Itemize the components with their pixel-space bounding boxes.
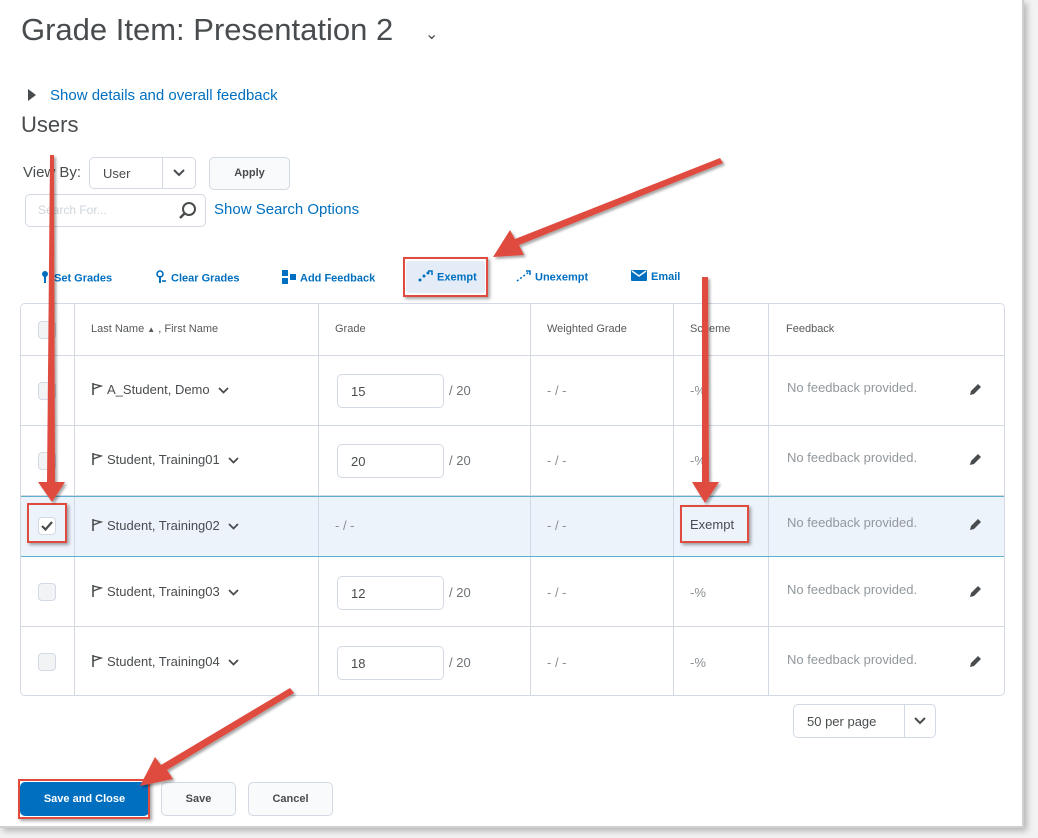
unexempt-button[interactable]: Unexempt (516, 270, 588, 285)
table-row: A_Student, Demo 15 / 20 - / - -% No feed… (21, 356, 1004, 426)
header-name[interactable]: Last Name ▲ , First Name (91, 323, 218, 335)
feedback-text: No feedback provided. (787, 515, 918, 530)
grade-max: / 20 (449, 453, 471, 468)
scheme-value: -% (690, 453, 706, 468)
row-checkbox[interactable] (38, 382, 56, 400)
feedback-text: No feedback provided. (787, 380, 918, 395)
grade-input[interactable]: 18 (337, 646, 444, 680)
edit-pencil-icon[interactable] (967, 654, 983, 675)
row-checkbox[interactable] (38, 653, 56, 671)
flag-icon (91, 518, 104, 535)
student-name[interactable]: Student, Training03 (91, 584, 239, 601)
add-feedback-icon (282, 270, 296, 287)
sort-ascending-icon: ▲ (147, 325, 156, 334)
student-name[interactable]: Student, Training02 (91, 518, 239, 535)
feedback-text: No feedback provided. (787, 450, 918, 465)
expand-triangle-icon (28, 89, 36, 101)
grade-input[interactable]: 20 (337, 444, 444, 478)
grade-value: - / - (335, 518, 355, 533)
set-grades-button[interactable]: Set Grades (40, 270, 112, 287)
annotation-box-checkbox (27, 503, 67, 543)
table-row: Student, Training01 20 / 20 - / - -% No … (21, 426, 1004, 496)
annotation-box-save-close (18, 779, 150, 819)
set-grades-icon (40, 270, 50, 287)
weighted-grade: - / - (547, 383, 567, 398)
page-title: Grade Item: Presentation 2 (21, 12, 394, 47)
flag-icon (91, 382, 104, 399)
feedback-text: No feedback provided. (787, 652, 918, 667)
grade-input[interactable]: 15 (337, 374, 444, 408)
flag-icon (91, 452, 104, 469)
email-icon (631, 270, 647, 284)
feedback-text: No feedback provided. (787, 582, 918, 597)
grade-max: / 20 (449, 383, 471, 398)
header-weighted-grade: Weighted Grade (547, 323, 627, 335)
apply-button[interactable]: Apply (209, 157, 290, 190)
scheme-value: -% (690, 655, 706, 670)
grade-max: / 20 (449, 585, 471, 600)
table-row: Student, Training04 18 / 20 - / - -% No … (21, 627, 1004, 695)
search-input[interactable]: Search For... (25, 194, 206, 227)
email-button[interactable]: Email (631, 270, 680, 284)
flag-icon (91, 584, 104, 601)
title-menu-chevron-icon[interactable]: ⌄ (425, 24, 438, 44)
scheme-value: -% (690, 383, 706, 398)
save-button[interactable]: Save (161, 782, 236, 816)
weighted-grade: - / - (547, 585, 567, 600)
student-name[interactable]: Student, Training01 (91, 452, 239, 469)
annotation-box-scheme (680, 505, 749, 543)
grade-input[interactable]: 12 (337, 576, 444, 610)
table-header: Last Name ▲ , First Name Grade Weighted … (21, 304, 1004, 356)
clear-grades-icon (155, 270, 167, 287)
unexempt-icon (516, 270, 531, 285)
header-scheme: Scheme (690, 323, 731, 335)
annotation-box-exempt (403, 257, 488, 297)
chevron-down-icon[interactable] (228, 519, 239, 533)
grade-item-page: Grade Item: Presentation 2 ⌄ Show detail… (0, 0, 1024, 828)
clear-grades-button[interactable]: Clear Grades (155, 270, 239, 287)
chevron-down-icon[interactable] (228, 655, 239, 669)
edit-pencil-icon[interactable] (967, 382, 983, 403)
student-name[interactable]: A_Student, Demo (91, 382, 229, 399)
edit-pencil-icon[interactable] (967, 517, 983, 538)
view-by-value: User (103, 166, 131, 181)
chevron-down-icon[interactable] (228, 453, 239, 467)
chevron-down-icon[interactable] (217, 383, 229, 397)
per-page-select[interactable]: 50 per page (793, 704, 936, 738)
chevron-down-icon (162, 158, 195, 188)
show-details-link[interactable]: Show details and overall feedback (28, 87, 278, 104)
grades-table: Last Name ▲ , First Name Grade Weighted … (20, 303, 1005, 696)
row-checkbox[interactable] (38, 452, 56, 470)
users-heading: Users (21, 112, 79, 137)
flag-icon (91, 654, 104, 671)
header-feedback: Feedback (786, 323, 835, 335)
grades-toolbar: Set Grades Clear Grades Add Feedback Exe… (0, 264, 1000, 292)
row-checkbox[interactable] (38, 583, 56, 601)
chevron-down-icon[interactable] (228, 585, 239, 599)
scheme-value: -% (690, 585, 706, 600)
chevron-down-icon (904, 705, 935, 737)
weighted-grade: - / - (547, 655, 567, 670)
table-row: Student, Training03 12 / 20 - / - -% No … (21, 557, 1004, 627)
edit-pencil-icon[interactable] (967, 584, 983, 605)
edit-pencil-icon[interactable] (967, 452, 983, 473)
student-name[interactable]: Student, Training04 (91, 654, 239, 671)
table-row-selected: Student, Training02 - / - - / - Exempt N… (21, 496, 1004, 557)
cancel-button[interactable]: Cancel (248, 782, 333, 816)
add-feedback-button[interactable]: Add Feedback (282, 270, 375, 287)
grade-max: / 20 (449, 655, 471, 670)
view-by-select[interactable]: User (89, 157, 196, 189)
select-all-checkbox[interactable] (38, 321, 56, 339)
header-grade: Grade (335, 323, 366, 335)
weighted-grade: - / - (547, 518, 567, 533)
weighted-grade: - / - (547, 453, 567, 468)
view-by-label: View By: (23, 164, 82, 181)
search-icon[interactable] (178, 201, 197, 223)
show-search-options-link[interactable]: Show Search Options (214, 201, 359, 218)
